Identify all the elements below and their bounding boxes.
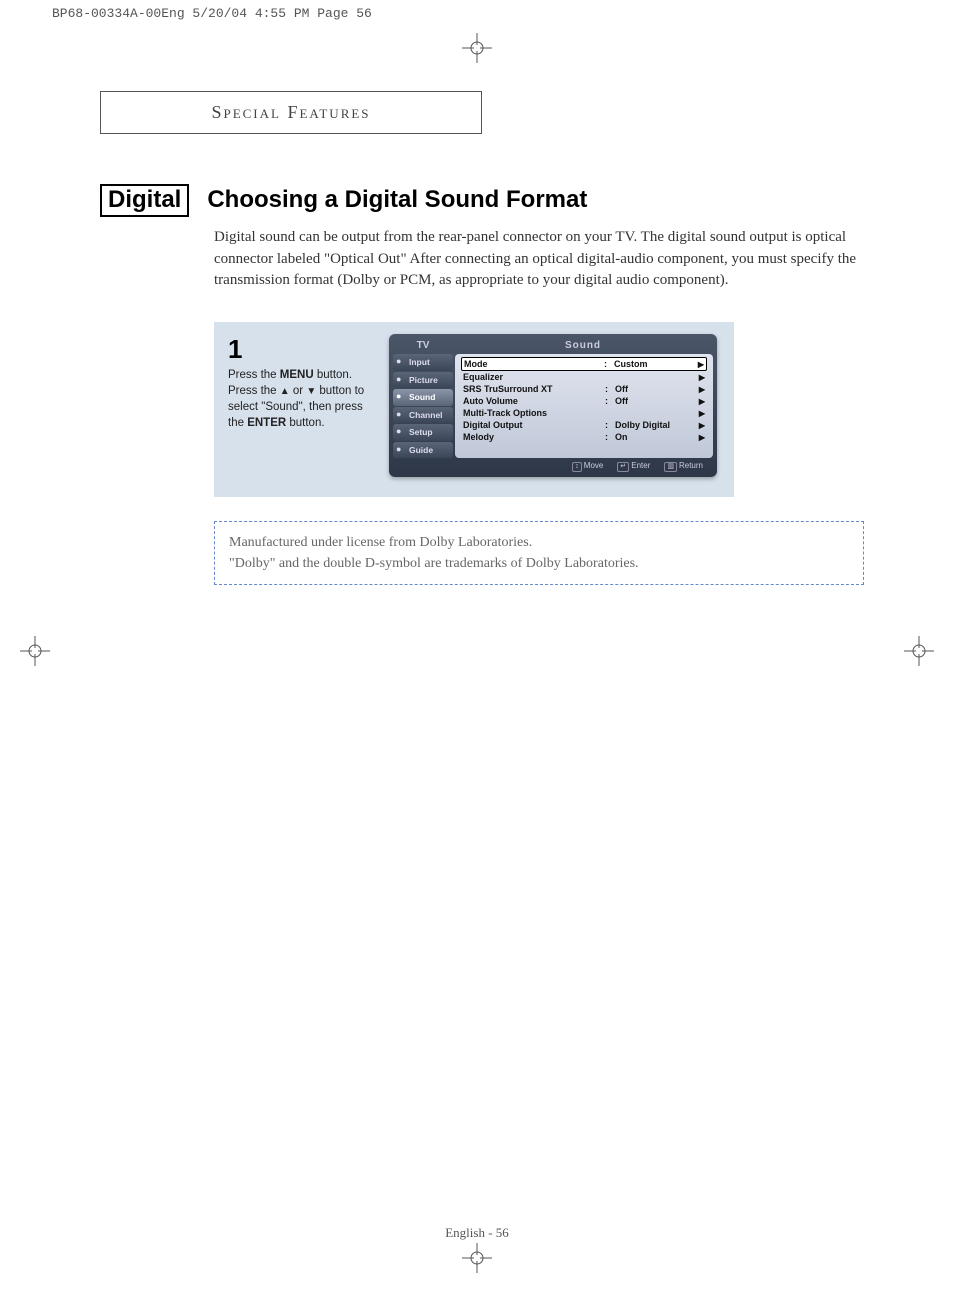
colon: : (605, 396, 615, 406)
osd-row-label: Digital Output (463, 420, 605, 430)
tab-icon: ● (396, 391, 406, 401)
crop-mark-icon (462, 1243, 492, 1273)
digital-badge: Digital (100, 184, 189, 217)
page-content: Special Features Digital Choosing a Digi… (0, 21, 954, 1281)
colon: : (605, 384, 615, 394)
osd-row-value: Off (615, 384, 695, 394)
print-job-info: BP68-00334A-00Eng 5/20/04 4:55 PM Page 5… (0, 0, 954, 21)
page-number: English - 56 (0, 1225, 954, 1241)
step-block-1: 1Press the MENU button. Press the ▲ or ▼… (214, 322, 734, 497)
osd-tab-label: Channel (409, 410, 443, 420)
note-line-1: Manufactured under license from Dolby La… (229, 532, 849, 553)
tab-icon: ● (396, 409, 406, 419)
osd-tab-label: Guide (409, 445, 433, 455)
osd-tab-setup[interactable]: ●Setup (393, 424, 453, 441)
osd-footer-hint-move: ↕Move (572, 461, 603, 472)
colon: : (605, 420, 615, 430)
step-number: 1 (228, 334, 377, 365)
colon: : (605, 432, 615, 442)
osd-tab-input[interactable]: ●Input (393, 354, 453, 371)
osd-footer: ↕Move ↵Enter ▥Return (393, 458, 713, 473)
osd-row-digital-output[interactable]: Digital Output:Dolby Digital▶ (461, 419, 707, 431)
osd-row-equalizer[interactable]: Equalizer ▶ (461, 371, 707, 383)
osd-tab-label: Setup (409, 427, 433, 437)
tv-osd-menu: TVSound●Input●Picture●Sound●Channel●Setu… (389, 334, 717, 477)
intro-paragraph: Digital sound can be output from the rea… (214, 227, 894, 292)
osd-row-label: Multi-Track Options (463, 408, 605, 418)
hint-icon: ▥ (664, 462, 677, 472)
osd-tab-label: Sound (409, 392, 435, 402)
osd-row-label: Mode (464, 359, 604, 369)
osd-row-label: SRS TruSurround XT (463, 384, 605, 394)
osd-row-mode[interactable]: Mode:Custom▶ (461, 357, 707, 371)
page-title: Choosing a Digital Sound Format (207, 186, 587, 214)
osd-row-label: Auto Volume (463, 396, 605, 406)
tab-icon: ● (396, 374, 406, 384)
caret-icon: ▶ (695, 385, 705, 394)
caret-icon: ▶ (695, 409, 705, 418)
step-instructions: Press the MENU button. Press the ▲ or ▼ … (228, 367, 377, 431)
osd-row-multi-track-options[interactable]: Multi-Track Options ▶ (461, 407, 707, 419)
tab-icon: ● (396, 444, 406, 454)
tab-icon: ● (396, 356, 406, 366)
tab-icon: ● (396, 426, 406, 436)
osd-row-srs-trusurround-xt[interactable]: SRS TruSurround XT:Off▶ (461, 383, 707, 395)
caret-icon: ▶ (695, 433, 705, 442)
caret-icon: ▶ (694, 360, 704, 369)
osd-footer-hint-return: ▥Return (664, 461, 703, 472)
crop-mark-icon (462, 33, 492, 63)
caret-icon: ▶ (695, 373, 705, 382)
hint-icon: ↵ (617, 462, 629, 472)
osd-row-auto-volume[interactable]: Auto Volume:Off▶ (461, 395, 707, 407)
osd-tab-channel[interactable]: ●Channel (393, 407, 453, 424)
osd-row-label: Equalizer (463, 372, 605, 382)
osd-tab-sound[interactable]: ●Sound (393, 389, 453, 406)
crop-mark-icon (904, 636, 934, 666)
osd-tab-label: Picture (409, 375, 438, 385)
section-header: Special Features (100, 91, 482, 134)
note-line-2: "Dolby" and the double D-symbol are trad… (229, 553, 849, 574)
colon: : (604, 359, 614, 369)
osd-row-value: Off (615, 396, 695, 406)
osd-tab-picture[interactable]: ●Picture (393, 372, 453, 389)
osd-row-value: Custom (614, 359, 694, 369)
hint-icon: ↕ (572, 462, 582, 472)
osd-footer-hint-enter: ↵Enter (617, 461, 650, 472)
dolby-license-note: Manufactured under license from Dolby La… (214, 521, 864, 585)
crop-mark-icon (20, 636, 50, 666)
osd-header-title: Sound (453, 340, 713, 351)
caret-icon: ▶ (695, 421, 705, 430)
osd-row-value: Dolby Digital (615, 420, 695, 430)
osd-tab-guide[interactable]: ●Guide (393, 442, 453, 459)
osd-header-tv: TV (393, 340, 453, 351)
osd-tab-label: Input (409, 357, 430, 367)
osd-row-value: On (615, 432, 695, 442)
osd-row-label: Melody (463, 432, 605, 442)
osd-row-melody[interactable]: Melody:On▶ (461, 431, 707, 443)
caret-icon: ▶ (695, 397, 705, 406)
